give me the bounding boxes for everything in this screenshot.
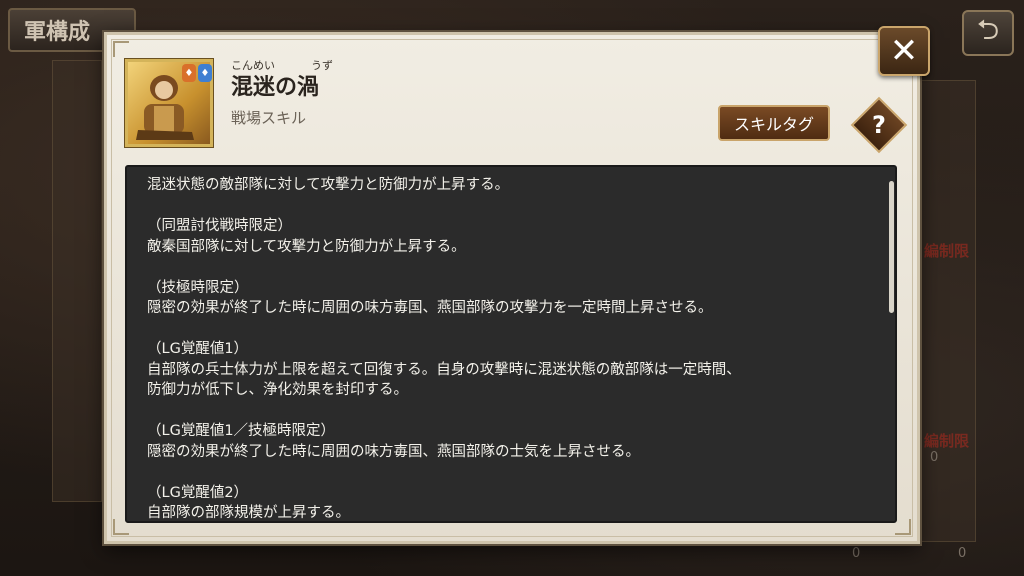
back-button[interactable]: ⮌ xyxy=(962,10,1014,56)
description-scrollbar[interactable] xyxy=(889,181,894,313)
limit-tag: 編制限 xyxy=(924,242,970,260)
close-x-icon: ✕ xyxy=(889,31,919,71)
return-arrow-icon: ⮌ xyxy=(976,13,1000,46)
stat-value: 0 xyxy=(930,450,939,465)
warrior-portrait-icon: ♦ ♦ xyxy=(125,59,213,147)
skill-description-text: 混迷状態の敵部隊に対して攻撃力と防御力が上昇する。 （同盟討伐戦時限定） 敵秦国… xyxy=(147,177,741,521)
background-right-panel xyxy=(920,80,976,542)
skill-type: 戦場スキル xyxy=(231,109,307,127)
stat-value: 0 xyxy=(958,546,967,561)
skill-detail-dialog: ♦ ♦ こんめい うず 混迷の渦 戦場スキル スキルタグ ? 混迷状態の敵部隊に… xyxy=(104,32,920,544)
stat-value: 0 xyxy=(852,546,861,561)
fire-attribute-icon: ♦ xyxy=(182,64,196,82)
skill-description-panel[interactable]: 混迷状態の敵部隊に対して攻撃力と防御力が上昇する。 （同盟討伐戦時限定） 敵秦国… xyxy=(125,165,897,523)
skill-tag-button[interactable]: スキルタグ xyxy=(718,105,830,141)
water-attribute-icon: ♦ xyxy=(198,64,212,82)
skill-name: 混迷の渦 xyxy=(231,75,320,100)
limit-tag: 編制限 xyxy=(924,432,970,450)
question-mark-icon[interactable]: ? xyxy=(859,105,899,145)
close-button[interactable]: ✕ xyxy=(878,26,930,76)
background-side-panel xyxy=(52,60,102,502)
